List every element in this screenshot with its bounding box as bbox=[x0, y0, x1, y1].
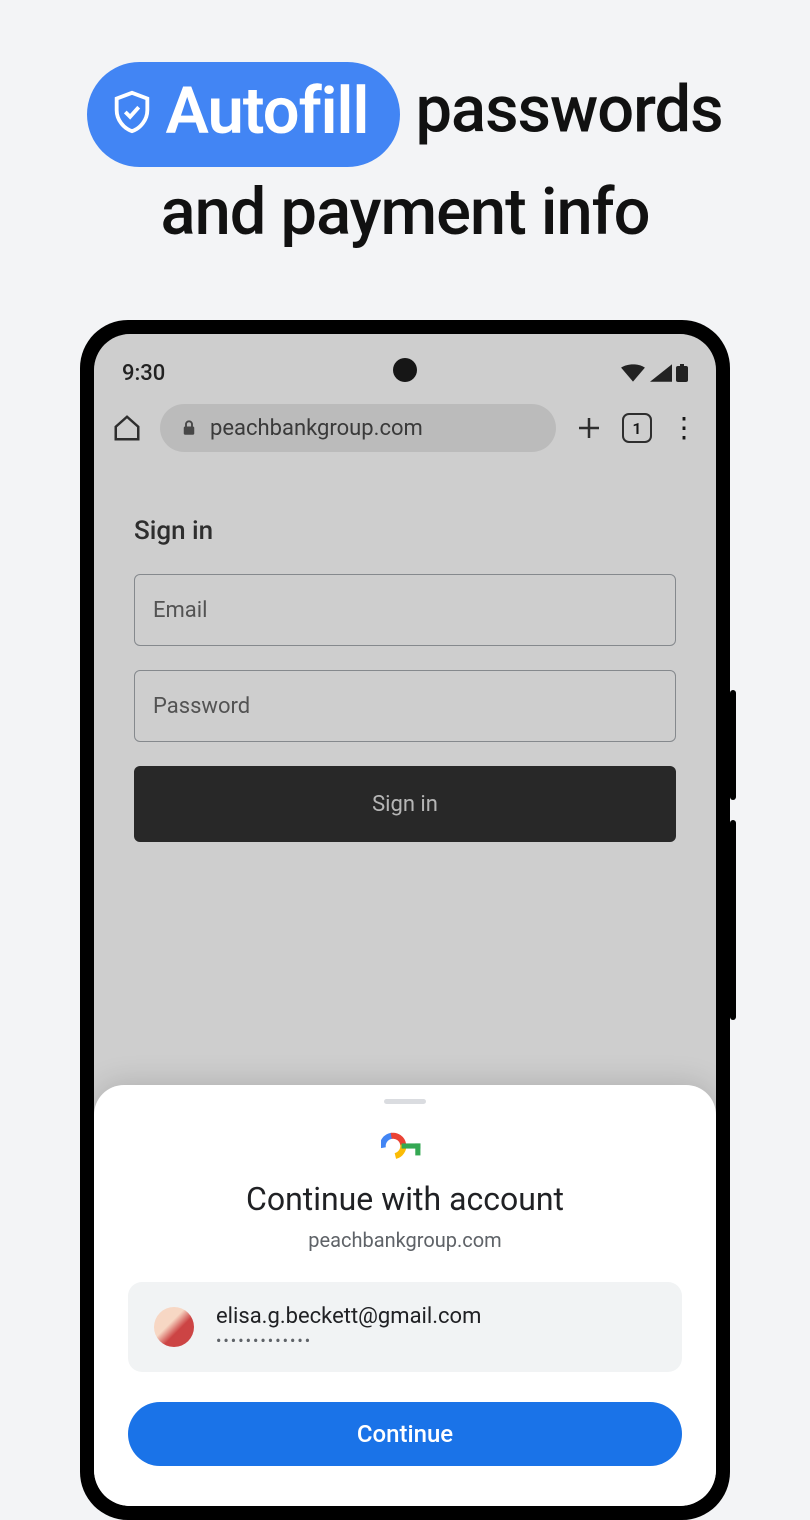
headline-rest-1: passwords bbox=[400, 72, 722, 148]
continue-label: Continue bbox=[357, 1420, 453, 1448]
sheet-domain: peachbankgroup.com bbox=[128, 1228, 682, 1252]
phone-frame: 9:30 peachbankgroup.com 1 bbox=[80, 320, 730, 1520]
account-option[interactable]: elisa.g.beckett@gmail.com ••••••••••••• bbox=[128, 1282, 682, 1372]
autofill-pill: Autofill bbox=[87, 62, 400, 167]
sheet-drag-handle[interactable] bbox=[384, 1099, 426, 1104]
sheet-title: Continue with account bbox=[128, 1180, 682, 1218]
email-placeholder: Email bbox=[153, 598, 207, 623]
autofill-bottom-sheet: Continue with account peachbankgroup.com… bbox=[94, 1085, 716, 1506]
tab-count-value: 1 bbox=[632, 419, 641, 438]
status-time: 9:30 bbox=[122, 361, 165, 386]
avatar bbox=[154, 1307, 194, 1347]
home-icon[interactable] bbox=[112, 413, 142, 443]
web-page-content: Sign in Email Password Sign in bbox=[94, 464, 716, 842]
tab-switcher[interactable]: 1 bbox=[622, 413, 652, 443]
wifi-icon bbox=[620, 363, 646, 383]
password-field[interactable]: Password bbox=[134, 670, 676, 742]
new-tab-icon[interactable] bbox=[574, 413, 604, 443]
continue-button[interactable]: Continue bbox=[128, 1402, 682, 1466]
pill-label: Autofill bbox=[165, 66, 368, 157]
key-icon bbox=[381, 1132, 429, 1160]
camera-cutout bbox=[393, 358, 417, 382]
signal-icon bbox=[650, 363, 672, 383]
lock-icon bbox=[180, 419, 198, 437]
google-password-logo bbox=[128, 1132, 682, 1160]
browser-toolbar: peachbankgroup.com 1 ⋮ bbox=[94, 392, 716, 464]
battery-icon bbox=[676, 363, 688, 383]
phone-screen: 9:30 peachbankgroup.com 1 bbox=[94, 334, 716, 1506]
url-text: peachbankgroup.com bbox=[210, 416, 423, 441]
signin-label: Sign in bbox=[372, 792, 438, 817]
address-bar[interactable]: peachbankgroup.com bbox=[160, 404, 556, 452]
email-field[interactable]: Email bbox=[134, 574, 676, 646]
overflow-menu-icon[interactable]: ⋮ bbox=[670, 414, 698, 442]
promo-headline: Autofill passwords and payment info bbox=[0, 0, 810, 258]
password-mask: ••••••••••••• bbox=[216, 1331, 481, 1350]
headline-line-2: and payment info bbox=[161, 174, 650, 250]
password-placeholder: Password bbox=[153, 694, 250, 719]
shield-check-icon bbox=[109, 89, 155, 135]
signin-button[interactable]: Sign in bbox=[134, 766, 676, 842]
page-heading: Sign in bbox=[134, 516, 676, 546]
account-email: elisa.g.beckett@gmail.com bbox=[216, 1304, 481, 1329]
